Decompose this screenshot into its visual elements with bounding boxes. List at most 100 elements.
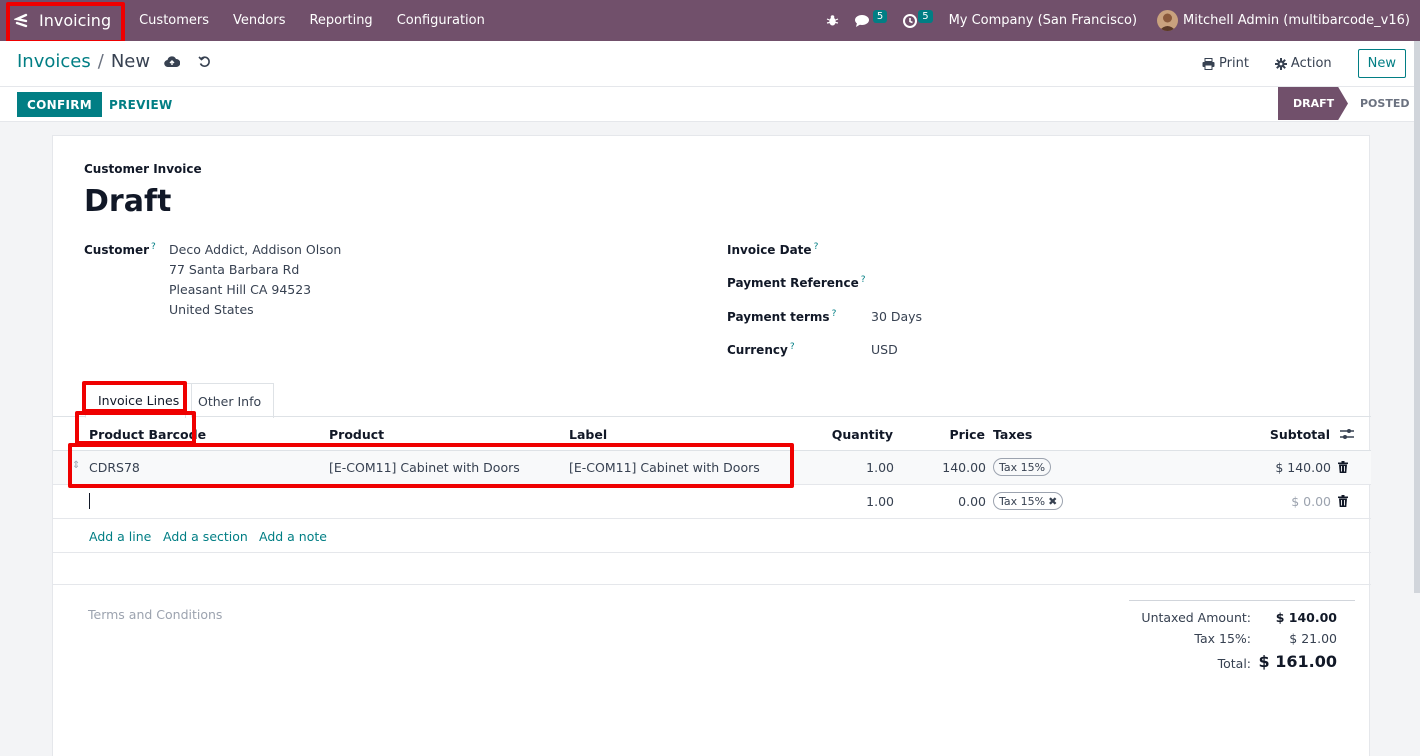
currency-label: Currency? [727,342,795,357]
save-cloud-icon[interactable] [164,55,181,68]
cell-label[interactable]: [E-COM11] Cabinet with Doors [569,460,760,475]
breadcrumb-current: New [110,51,151,72]
terms-conditions-input[interactable]: Terms and Conditions [88,607,222,622]
stage-draft[interactable]: DRAFT [1278,87,1348,120]
col-price[interactable]: Price [913,427,986,442]
table-row[interactable]: ⇕ CDRS78 [E-COM11] Cabinet with Doors [E… [53,451,1371,485]
row-drag-handle-icon[interactable]: ⇕ [72,460,80,471]
col-label[interactable]: Label [569,427,607,442]
col-quantity[interactable]: Quantity [813,427,893,442]
print-icon [1202,57,1215,70]
control-panel: Invoices / New Print Action New [0,41,1420,87]
customer-city: Pleasant Hill CA 94523 [169,282,312,297]
print-label: Print [1219,56,1249,71]
action-button[interactable]: Action [1274,56,1332,71]
table-row-editing[interactable]: 1.00 0.00 Tax 15% ✖ $ 0.00 [53,485,1371,519]
activities-count-badge: 5 [918,10,933,23]
col-product-barcode[interactable]: Product Barcode [89,427,206,442]
customer-street: 77 Santa Barbara Rd [169,262,300,277]
optional-columns-toggle-icon[interactable] [1340,428,1354,444]
delete-row-trash-icon[interactable] [1338,495,1348,511]
print-button[interactable]: Print [1202,56,1249,71]
app-name[interactable]: Invoicing [39,11,111,30]
currency-field[interactable]: USD [871,340,898,360]
cell-price[interactable]: 0.00 [913,494,986,509]
payment-terms-label: Payment terms? [727,309,836,324]
col-product[interactable]: Product [329,427,384,442]
new-button[interactable]: New [1357,49,1406,78]
customer-field[interactable]: Deco Addict, Addison Olson 77 Santa Barb… [169,240,341,320]
help-icon[interactable]: ? [832,309,837,319]
company-switcher[interactable]: My Company (San Francisco) [949,13,1137,28]
breadcrumb-invoices[interactable]: Invoices [17,51,91,72]
payment-terms-label-text: Payment terms [727,310,830,324]
col-subtotal[interactable]: Subtotal [1233,427,1330,442]
menu-configuration[interactable]: Configuration [385,0,497,41]
invoice-date-input[interactable] [871,238,1171,260]
menu-reporting[interactable]: Reporting [297,0,384,41]
delete-row-trash-icon[interactable] [1338,461,1348,477]
payment-reference-label-text: Payment Reference [727,276,859,290]
payment-terms-field[interactable]: 30 Days [871,307,922,327]
remove-tax-x-icon[interactable]: ✖ [1048,495,1057,508]
action-label: Action [1290,56,1332,71]
apps-menu-icon[interactable] [14,13,28,29]
menu-vendors[interactable]: Vendors [221,0,297,41]
user-menu[interactable]: Mitchell Admin (multibarcode_v16) [1183,13,1410,28]
tax-tag-label: Tax 15% [999,460,1046,474]
tab-other-info[interactable]: Other Info [185,383,275,418]
page-scrollbar[interactable] [1414,41,1420,593]
confirm-button[interactable]: CONFIRM [17,92,102,117]
cell-product-input[interactable] [329,494,549,512]
untaxed-amount-label: Untaxed Amount: [1141,610,1251,625]
control-panel-actions: Print Action New [1202,49,1406,78]
discard-undo-icon[interactable] [198,55,211,68]
help-icon[interactable]: ? [151,242,156,252]
app-brand[interactable]: Invoicing [0,0,127,41]
user-avatar[interactable] [1157,10,1179,31]
preview-button[interactable]: PREVIEW [109,92,173,117]
activities-button[interactable]: 5 [903,10,933,28]
totals-summary: Untaxed Amount: $ 140.00 Tax 15%: $ 21.0… [1129,600,1355,671]
cell-quantity[interactable]: 1.00 [813,460,894,475]
cell-barcode-input[interactable] [89,494,309,512]
customer-name[interactable]: Deco Addict, Addison Olson [169,240,341,260]
cell-product[interactable]: [E-COM11] Cabinet with Doors [329,460,520,475]
gear-icon [1274,57,1287,70]
total-label: Total: [1217,656,1251,671]
top-navbar: Invoicing Customers Vendors Reporting Co… [0,0,1420,41]
customer-label-text: Customer [84,243,150,257]
currency-label-text: Currency [727,343,788,357]
help-icon[interactable]: ? [814,242,819,252]
add-note-link[interactable]: Add a note [259,529,327,544]
add-section-link[interactable]: Add a section [163,529,248,544]
main-menu: Customers Vendors Reporting Configuratio… [127,0,497,41]
chat-icon [854,14,869,27]
invoice-date-label: Invoice Date? [727,242,818,257]
cell-quantity[interactable]: 1.00 [813,494,894,509]
payment-reference-input[interactable] [871,271,1171,293]
cell-subtotal: $ 140.00 [1275,460,1331,475]
col-taxes[interactable]: Taxes [993,427,1032,442]
debug-bug-icon[interactable] [826,14,839,27]
stage-posted[interactable]: POSTED [1360,87,1409,120]
add-line-link[interactable]: Add a line [89,529,151,544]
help-icon[interactable]: ? [790,342,795,352]
untaxed-amount-value: $ 140.00 [1275,610,1337,625]
form-sheet: Customer Invoice Draft Customer? Deco Ad… [52,135,1371,756]
tab-invoice-lines[interactable]: Invoice Lines [85,383,193,418]
menu-customers[interactable]: Customers [127,0,221,41]
customer-label: Customer? [84,242,156,257]
tax-tag[interactable]: Tax 15% ✖ [993,492,1064,510]
tax-label: Tax 15%: [1194,631,1251,646]
cell-price[interactable]: 140.00 [913,460,986,475]
messages-count-badge: 5 [872,10,888,23]
help-icon[interactable]: ? [861,275,866,285]
section-divider [53,584,1371,585]
cell-barcode[interactable]: CDRS78 [89,460,140,475]
document-title: Draft [84,184,172,219]
tax-tag[interactable]: Tax 15% [993,458,1052,476]
messages-button[interactable]: 5 [854,10,888,28]
cell-label-input[interactable] [569,494,789,512]
tax-tag-label: Tax 15% [999,494,1046,508]
